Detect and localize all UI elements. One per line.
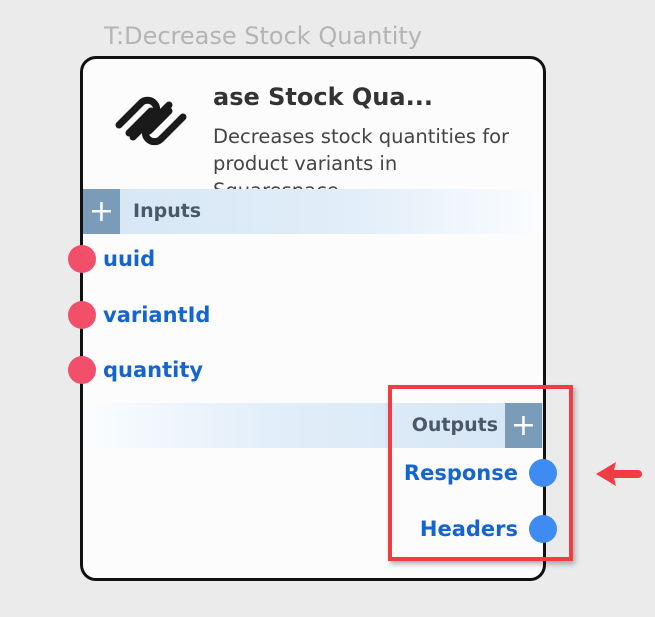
input-port-quantity: quantity	[103, 358, 204, 382]
add-input-button[interactable]: +	[83, 189, 120, 234]
input-port-uuid: uuid	[103, 247, 156, 271]
inputs-section-header: + Inputs	[83, 189, 543, 234]
node-type-label: T:Decrease Stock Quantity	[104, 22, 423, 50]
input-connector-quantity[interactable]	[68, 356, 96, 384]
highlight-box	[388, 385, 573, 561]
input-connector-variantid[interactable]	[68, 301, 96, 329]
input-port-variantid: variantId	[103, 303, 211, 327]
node-description: Decreases stock quantities for product v…	[213, 125, 510, 189]
input-connector-uuid[interactable]	[68, 245, 96, 273]
node-title: ase Stock Qua...	[213, 83, 433, 111]
arrow-left-icon	[596, 462, 642, 486]
inputs-label: Inputs	[133, 200, 202, 222]
squarespace-logo-icon	[115, 96, 187, 146]
